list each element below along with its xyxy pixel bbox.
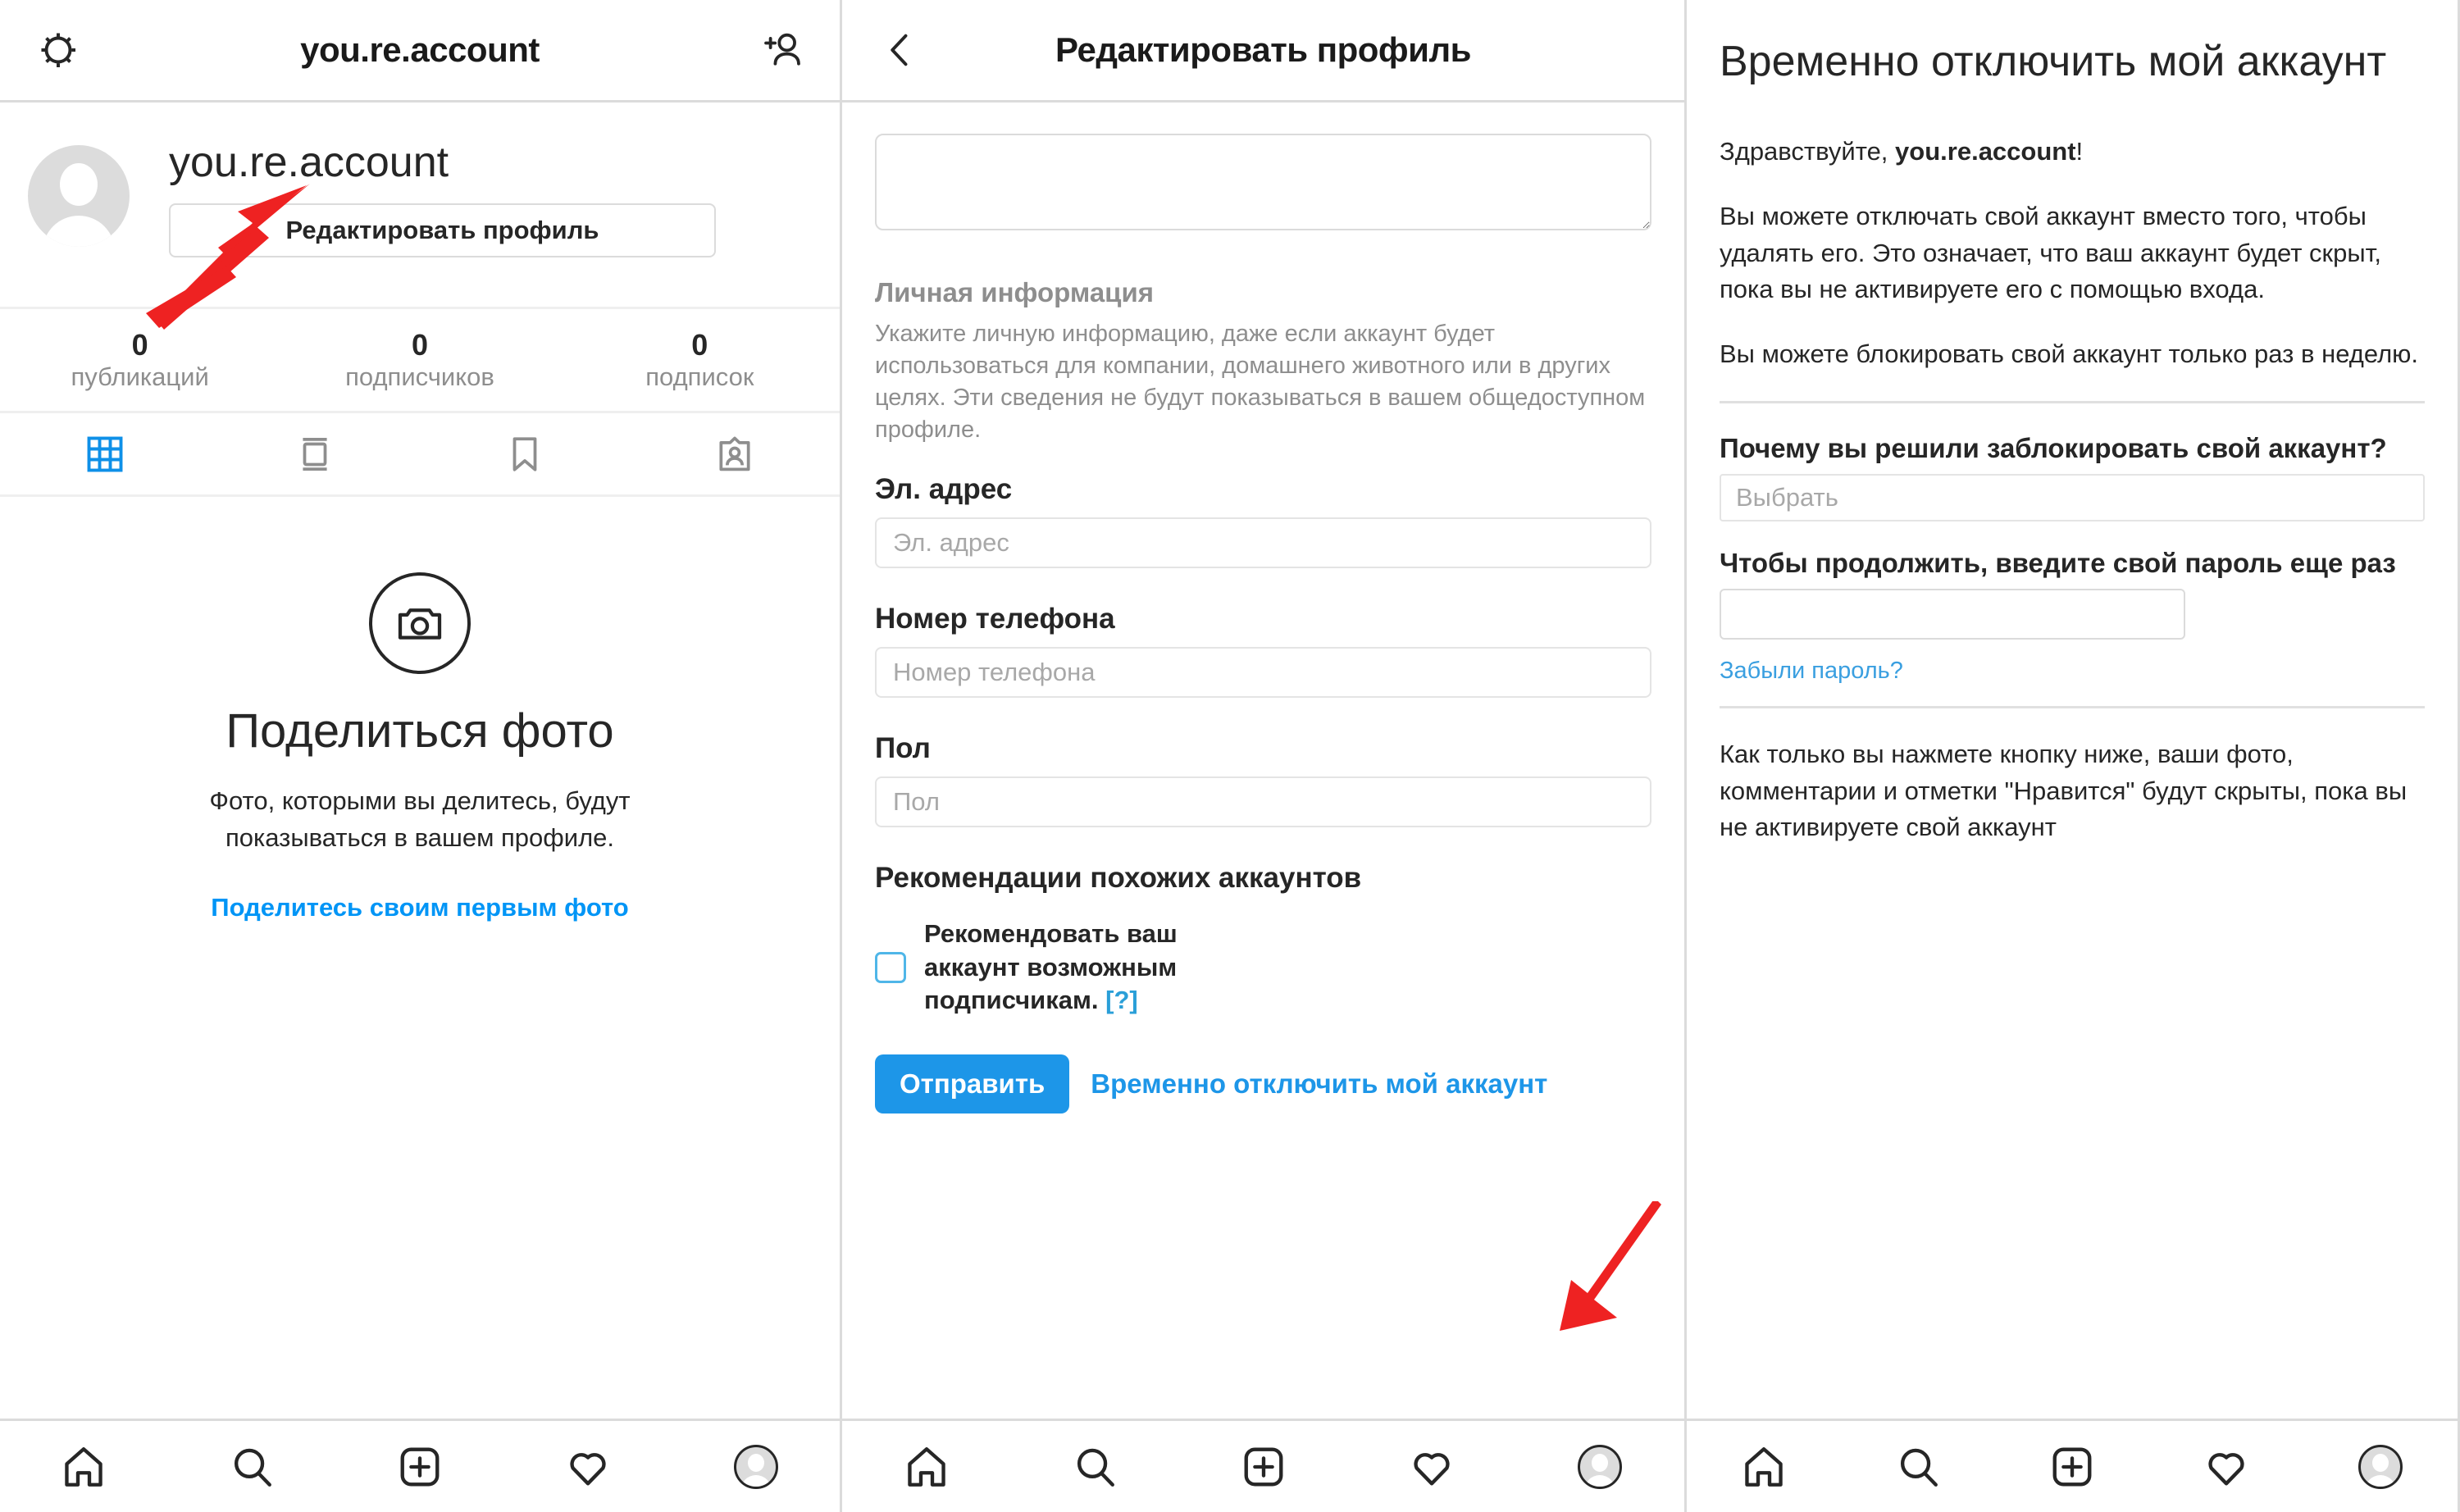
igtv-icon[interactable] xyxy=(210,413,420,494)
share-photo-description: Фото, которыми вы делитесь, будут показы… xyxy=(209,786,631,852)
recommend-account-label-wrap: Рекомендовать ваш аккаунт возможным подп… xyxy=(924,918,1277,1017)
stat-posts-label: публикаций xyxy=(71,362,209,392)
three-panel-screenshot: you.re.account you.re.account Редактиров… xyxy=(0,0,2460,1512)
help-link[interactable]: [?] xyxy=(1105,986,1138,1014)
reason-select-value: Выбрать xyxy=(1736,482,1838,512)
reason-select[interactable]: Выбрать xyxy=(1720,473,2425,521)
gender-field[interactable] xyxy=(875,776,1651,828)
page-title: Редактировать профиль xyxy=(1055,30,1472,69)
stat-following-label: подписок xyxy=(645,362,754,392)
edit-topbar: Редактировать профиль xyxy=(842,0,1684,102)
greeting-line: Здравствуйте, you.re.account! xyxy=(1720,134,2425,171)
camera-icon xyxy=(369,572,471,674)
profile-content: you.re.account Редактировать профиль 0 п… xyxy=(0,102,840,1419)
heart-icon[interactable] xyxy=(1347,1421,1515,1512)
greeting-suffix: ! xyxy=(2075,137,2084,166)
disable-account-panel: Временно отключить мой аккаунт Здравству… xyxy=(1687,0,2460,1512)
stat-posts[interactable]: 0 публикаций xyxy=(0,328,280,393)
gear-icon[interactable] xyxy=(28,20,89,80)
home-icon[interactable] xyxy=(0,1421,168,1512)
divider-2 xyxy=(1720,706,2425,709)
add-post-icon[interactable] xyxy=(336,1421,504,1512)
personal-info-description: Укажите личную информацию, даже если акк… xyxy=(875,321,1646,443)
phone-field[interactable] xyxy=(875,647,1651,699)
profile-avatar-icon[interactable] xyxy=(1516,1421,1684,1512)
profile-header-row: you.re.account Редактировать профиль xyxy=(0,102,840,289)
bottom-nav-edit xyxy=(842,1419,1684,1512)
profile-username: you.re.account xyxy=(169,139,449,186)
stat-following-count: 0 xyxy=(691,327,708,362)
profile-stats: 0 публикаций 0 подписчиков 0 подписок xyxy=(0,307,840,413)
disable-paragraph-2: Вы можете блокировать свой аккаунт тольк… xyxy=(1720,339,2419,368)
stat-following[interactable]: 0 подписок xyxy=(560,328,840,393)
divider-1 xyxy=(1720,400,2425,403)
disable-footer-text: Как только вы нажмете кнопку ниже, ваши … xyxy=(1720,740,2408,842)
phone-label: Номер телефона xyxy=(875,603,1115,635)
greeting-username: you.re.account xyxy=(1895,137,2076,166)
stat-followers-label: подписчиков xyxy=(345,362,494,392)
greeting-prefix: Здравствуйте, xyxy=(1720,137,1896,166)
page-title: you.re.account xyxy=(300,30,540,69)
profile-avatar-icon[interactable] xyxy=(672,1421,840,1512)
stat-posts-count: 0 xyxy=(131,327,148,362)
email-label: Эл. адрес xyxy=(875,473,1013,506)
search-icon[interactable] xyxy=(1010,1421,1178,1512)
recommendation-row: Рекомендовать ваш аккаунт возможным подп… xyxy=(875,918,1651,1017)
search-icon[interactable] xyxy=(168,1421,336,1512)
email-field[interactable] xyxy=(875,517,1651,569)
profile-topbar: you.re.account xyxy=(0,0,840,102)
disable-account-content: Временно отключить мой аккаунт Здравству… xyxy=(1687,0,2458,1419)
heart-icon[interactable] xyxy=(503,1421,672,1512)
avatar[interactable] xyxy=(28,145,130,247)
forgot-password-link[interactable]: Забыли пароль? xyxy=(1720,658,2425,685)
stat-followers[interactable]: 0 подписчиков xyxy=(280,328,559,393)
recommend-account-checkbox[interactable] xyxy=(875,951,906,983)
search-icon[interactable] xyxy=(1841,1421,1995,1512)
personal-info-title: Личная информация xyxy=(875,277,1155,307)
share-photo-empty-state: Поделиться фото Фото, которыми вы делите… xyxy=(0,497,840,1419)
profile-avatar-icon[interactable] xyxy=(2303,1421,2458,1512)
gender-label: Пол xyxy=(875,732,931,765)
reason-label: Почему вы решили заблокировать свой акка… xyxy=(1720,432,2387,463)
temporarily-disable-account-link[interactable]: Временно отключить мой аккаунт xyxy=(1091,1068,1547,1100)
add-post-icon[interactable] xyxy=(1179,1421,1347,1512)
add-person-icon[interactable] xyxy=(751,20,812,80)
password-label: Чтобы продолжить, введите свой пароль ещ… xyxy=(1720,547,2396,578)
share-photo-title: Поделиться фото xyxy=(226,704,614,758)
profile-tabs xyxy=(0,413,840,497)
recommend-account-label: Рекомендовать ваш аккаунт возможным подп… xyxy=(924,919,1178,1015)
submit-row: Отправить Временно отключить мой аккаунт xyxy=(875,1054,1651,1114)
bio-textarea[interactable] xyxy=(875,134,1651,230)
add-post-icon[interactable] xyxy=(1995,1421,2149,1512)
heart-icon[interactable] xyxy=(2149,1421,2303,1512)
bottom-nav-disable xyxy=(1687,1419,2458,1512)
chevron-left-icon[interactable] xyxy=(870,20,931,80)
password-field[interactable] xyxy=(1720,589,2185,640)
disable-account-title: Временно отключить мой аккаунт xyxy=(1720,38,2387,85)
home-icon[interactable] xyxy=(842,1421,1010,1512)
bookmark-icon[interactable] xyxy=(420,413,630,494)
profile-panel: you.re.account you.re.account Редактиров… xyxy=(0,0,842,1512)
bottom-nav-profile xyxy=(0,1419,840,1512)
share-first-photo-link[interactable]: Поделитесь своим первым фото xyxy=(211,893,628,922)
recommendations-title: Рекомендации похожих аккаунтов xyxy=(875,862,1362,895)
home-icon[interactable] xyxy=(1687,1421,1841,1512)
submit-button[interactable]: Отправить xyxy=(875,1054,1070,1114)
grid-icon[interactable] xyxy=(0,413,210,494)
stat-followers-count: 0 xyxy=(411,327,428,362)
disable-paragraph-1: Вы можете отключать свой аккаунт вместо … xyxy=(1720,202,2382,304)
edit-profile-panel: Редактировать профиль Личная информация … xyxy=(842,0,1687,1512)
edit-profile-button[interactable]: Редактировать профиль xyxy=(169,203,716,257)
edit-form: Личная информация Укажите личную информа… xyxy=(842,102,1684,1419)
tagged-person-icon[interactable] xyxy=(630,413,840,494)
